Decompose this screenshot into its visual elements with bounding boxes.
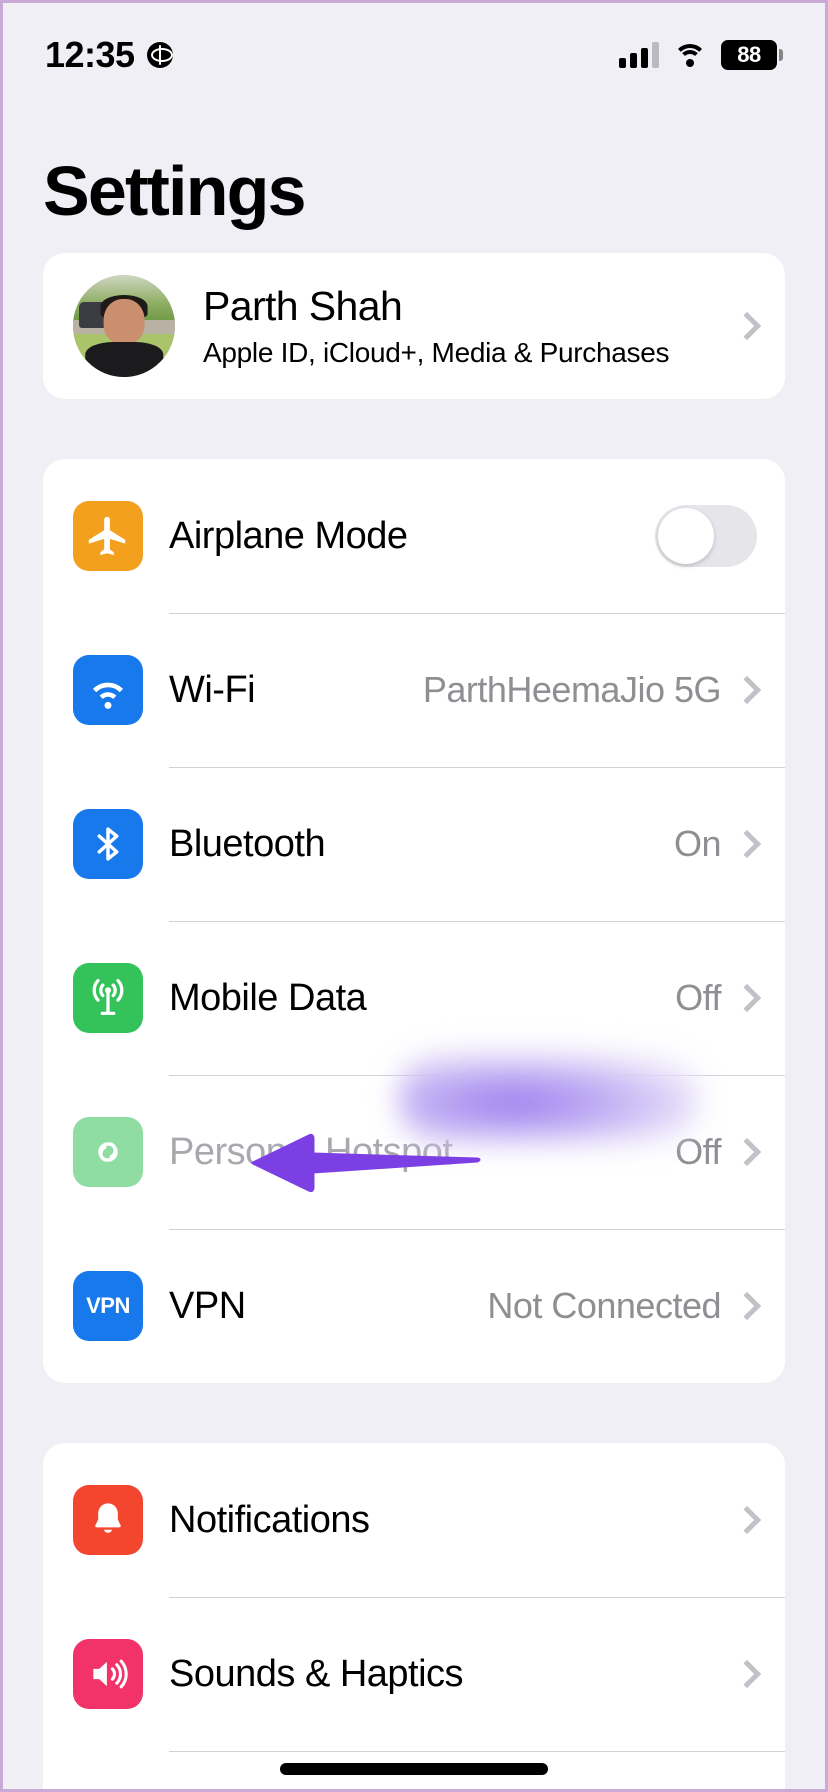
user-avatar bbox=[73, 275, 175, 377]
row-value: On bbox=[673, 823, 722, 864]
chevron-right-icon bbox=[732, 1659, 762, 1689]
profile-name: Parth Shah bbox=[203, 283, 403, 330]
row-value: ParthHeemaJio 5G bbox=[422, 669, 722, 710]
chevron-right-icon bbox=[732, 1137, 762, 1167]
row-label: Mobile Data bbox=[169, 976, 367, 1019]
chevron-right-icon bbox=[732, 675, 762, 705]
page-title: Settings bbox=[43, 152, 307, 230]
apple-id-row[interactable]: Parth Shah Apple ID, iCloud+, Media & Pu… bbox=[43, 253, 785, 399]
profile-card: Parth Shah Apple ID, iCloud+, Media & Pu… bbox=[43, 253, 785, 399]
profile-subtitle: Apple ID, iCloud+, Media & Purchases bbox=[203, 336, 670, 368]
row-value: Not Connected bbox=[487, 1285, 721, 1326]
vpn-icon: VPN bbox=[73, 1271, 143, 1341]
row-label: Notifications bbox=[169, 1498, 370, 1541]
cellular-signal-icon bbox=[619, 42, 659, 68]
bell-icon bbox=[73, 1485, 143, 1555]
status-bar: 12:35 88 bbox=[3, 3, 825, 89]
profile-text: Parth Shah Apple ID, iCloud+, Media & Pu… bbox=[175, 283, 737, 368]
row-label: VPN bbox=[169, 1284, 246, 1327]
settings-row-wifi[interactable]: Wi-Fi ParthHeemaJio 5G bbox=[43, 613, 785, 767]
row-label: Bluetooth bbox=[169, 822, 326, 865]
chevron-right-icon bbox=[732, 1505, 762, 1535]
settings-row-sounds-haptics[interactable]: Sounds & Haptics bbox=[43, 1597, 785, 1751]
airplane-mode-toggle[interactable] bbox=[655, 505, 757, 567]
wifi-icon bbox=[673, 42, 707, 68]
bluetooth-icon bbox=[73, 809, 143, 879]
hotspot-icon bbox=[73, 1117, 143, 1187]
row-label: Airplane Mode bbox=[169, 514, 408, 557]
settings-row-personal-hotspot[interactable]: Personal Hotspot Off bbox=[43, 1075, 785, 1229]
chevron-right-icon bbox=[732, 983, 762, 1013]
airplane-icon bbox=[73, 501, 143, 571]
wifi-icon bbox=[73, 655, 143, 725]
status-bar-right: 88 bbox=[619, 40, 783, 70]
home-indicator bbox=[280, 1763, 548, 1775]
row-label: Personal Hotspot bbox=[169, 1130, 453, 1173]
row-value: Off bbox=[675, 1131, 721, 1172]
row-label: Wi-Fi bbox=[169, 668, 256, 711]
cellular-icon bbox=[73, 963, 143, 1033]
status-time: 12:35 bbox=[45, 34, 135, 75]
chevron-right-icon bbox=[732, 1291, 762, 1321]
settings-row-notifications[interactable]: Notifications bbox=[43, 1443, 785, 1597]
battery-indicator: 88 bbox=[721, 40, 783, 70]
chevron-right-icon bbox=[732, 829, 762, 859]
globe-icon bbox=[146, 42, 173, 68]
settings-group-alerts: Notifications Sounds & Haptics Focus Scr… bbox=[43, 1443, 785, 1789]
row-value: Off bbox=[675, 977, 721, 1018]
settings-row-vpn[interactable]: VPN VPN Not Connected bbox=[43, 1229, 785, 1383]
battery-percent-label: 88 bbox=[737, 42, 761, 67]
phone-screen: 12:35 88 Settings Parth Shah Apple ID, i… bbox=[0, 0, 828, 1792]
row-label: Sounds & Haptics bbox=[169, 1652, 464, 1695]
status-bar-left: 12:35 bbox=[45, 34, 173, 76]
settings-row-airplane-mode[interactable]: Airplane Mode bbox=[43, 459, 785, 613]
battery-cap-icon bbox=[779, 49, 783, 61]
settings-row-bluetooth[interactable]: Bluetooth On bbox=[43, 767, 785, 921]
speaker-icon bbox=[73, 1639, 143, 1709]
vpn-badge-label: VPN bbox=[86, 1293, 130, 1318]
chevron-right-icon bbox=[732, 311, 762, 341]
settings-group-connectivity: Airplane Mode Wi-Fi ParthHeemaJio 5G Blu… bbox=[43, 459, 785, 1383]
settings-row-mobile-data[interactable]: Mobile Data Off bbox=[43, 921, 785, 1075]
